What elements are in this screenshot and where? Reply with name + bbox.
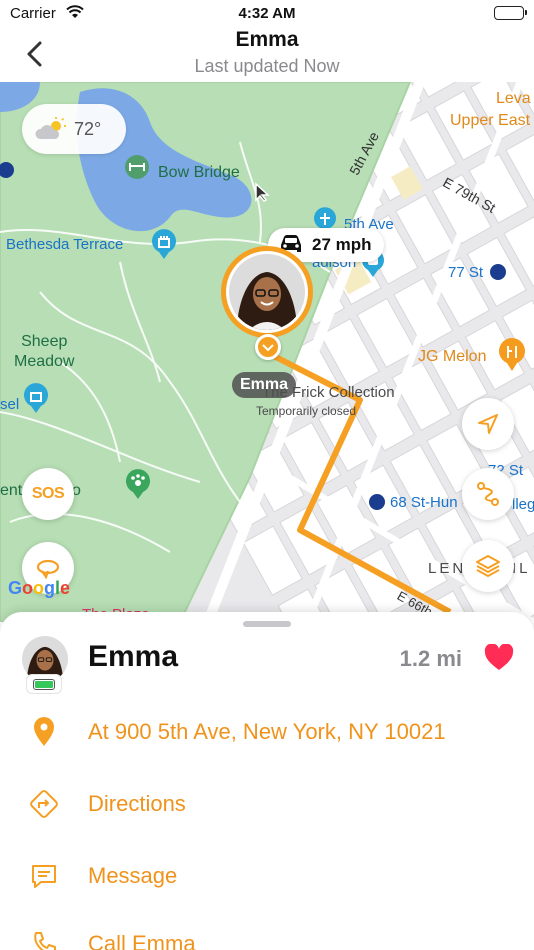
map-label-jg-melon: JG Melon (418, 348, 487, 365)
speed-value: 27 mph (312, 235, 372, 254)
heart-icon (484, 643, 514, 670)
person-name-tag: Emma (232, 372, 297, 398)
layers-button[interactable] (462, 540, 514, 592)
map-label-68-st: 68 St-Hun (390, 494, 458, 511)
location-dot (255, 334, 281, 360)
map-label-len: LEN (428, 560, 467, 577)
person-detail-sheet: Emma 1.2 mi At 900 5th Ave, New York, NY… (0, 612, 534, 950)
person-location-pin[interactable] (221, 246, 313, 338)
map-label-upper-east: Upper East (450, 112, 531, 129)
call-label: Call Emma (88, 931, 196, 950)
locate-button[interactable] (462, 398, 514, 450)
page-title: Emma (235, 28, 299, 51)
route-icon (477, 482, 499, 506)
call-row[interactable]: Call Emma (0, 914, 534, 950)
cursor-icon (255, 182, 270, 202)
map-view[interactable]: Bow Bridge Bethesda Terrace Sheep Meadow… (0, 82, 534, 622)
status-bar: Carrier 4:32 AM (0, 0, 534, 28)
bridge-icon (125, 155, 149, 179)
phone-icon (28, 928, 60, 950)
map-label-lleg: lleg (512, 496, 534, 513)
location-arrow-icon (478, 414, 498, 434)
map-label-leva: Leva (496, 90, 531, 107)
sos-label: SOS (31, 485, 65, 502)
address-label: At 900 5th Ave, New York, NY 10021 (88, 719, 446, 744)
map-label-77-st: 77 St (448, 264, 484, 281)
landmark-icon (152, 229, 176, 259)
message-label: Message (88, 863, 178, 888)
battery-icon (26, 674, 62, 694)
partly-cloudy-icon (35, 117, 66, 139)
last-updated-label: Last updated Now (194, 56, 340, 76)
pin-icon (28, 716, 60, 748)
restaurant-icon (499, 338, 525, 371)
directions-label: Directions (88, 791, 186, 816)
sos-button[interactable]: SOS (22, 468, 74, 520)
favorite-button[interactable] (484, 643, 514, 677)
message-icon (28, 860, 60, 892)
route-button[interactable] (462, 468, 514, 520)
drag-handle[interactable] (243, 621, 291, 627)
map-label-sheep-meadow: Sheep Meadow (14, 333, 75, 370)
map-label-il: IL (512, 560, 531, 577)
temperature-label: 72° (74, 118, 102, 139)
avatar (229, 254, 305, 330)
map-label-bow-bridge: Bow Bridge (158, 164, 240, 181)
message-row[interactable]: Message (0, 846, 534, 906)
map-label-sel: sel (0, 396, 20, 413)
landmark-icon (24, 383, 48, 413)
layers-icon (476, 555, 500, 578)
navigation-header: Emma Last updated Now (0, 28, 534, 82)
weather-badge: 72° (22, 104, 126, 154)
map-label-bethesda-terrace: Bethesda Terrace (6, 236, 124, 253)
map-label-frick-status: Temporarily closed (256, 404, 357, 418)
google-logo: Google (8, 578, 71, 598)
history-icon (36, 559, 60, 580)
directions-row[interactable]: Directions (0, 774, 534, 834)
address-row[interactable]: At 900 5th Ave, New York, NY 10021 (0, 702, 534, 762)
distance-label: 1.2 mi (399, 646, 462, 671)
directions-icon (28, 788, 60, 820)
status-time: 4:32 AM (238, 5, 296, 22)
person-name: Emma (88, 640, 179, 673)
battery-icon (494, 6, 527, 20)
zoo-icon (126, 469, 150, 499)
